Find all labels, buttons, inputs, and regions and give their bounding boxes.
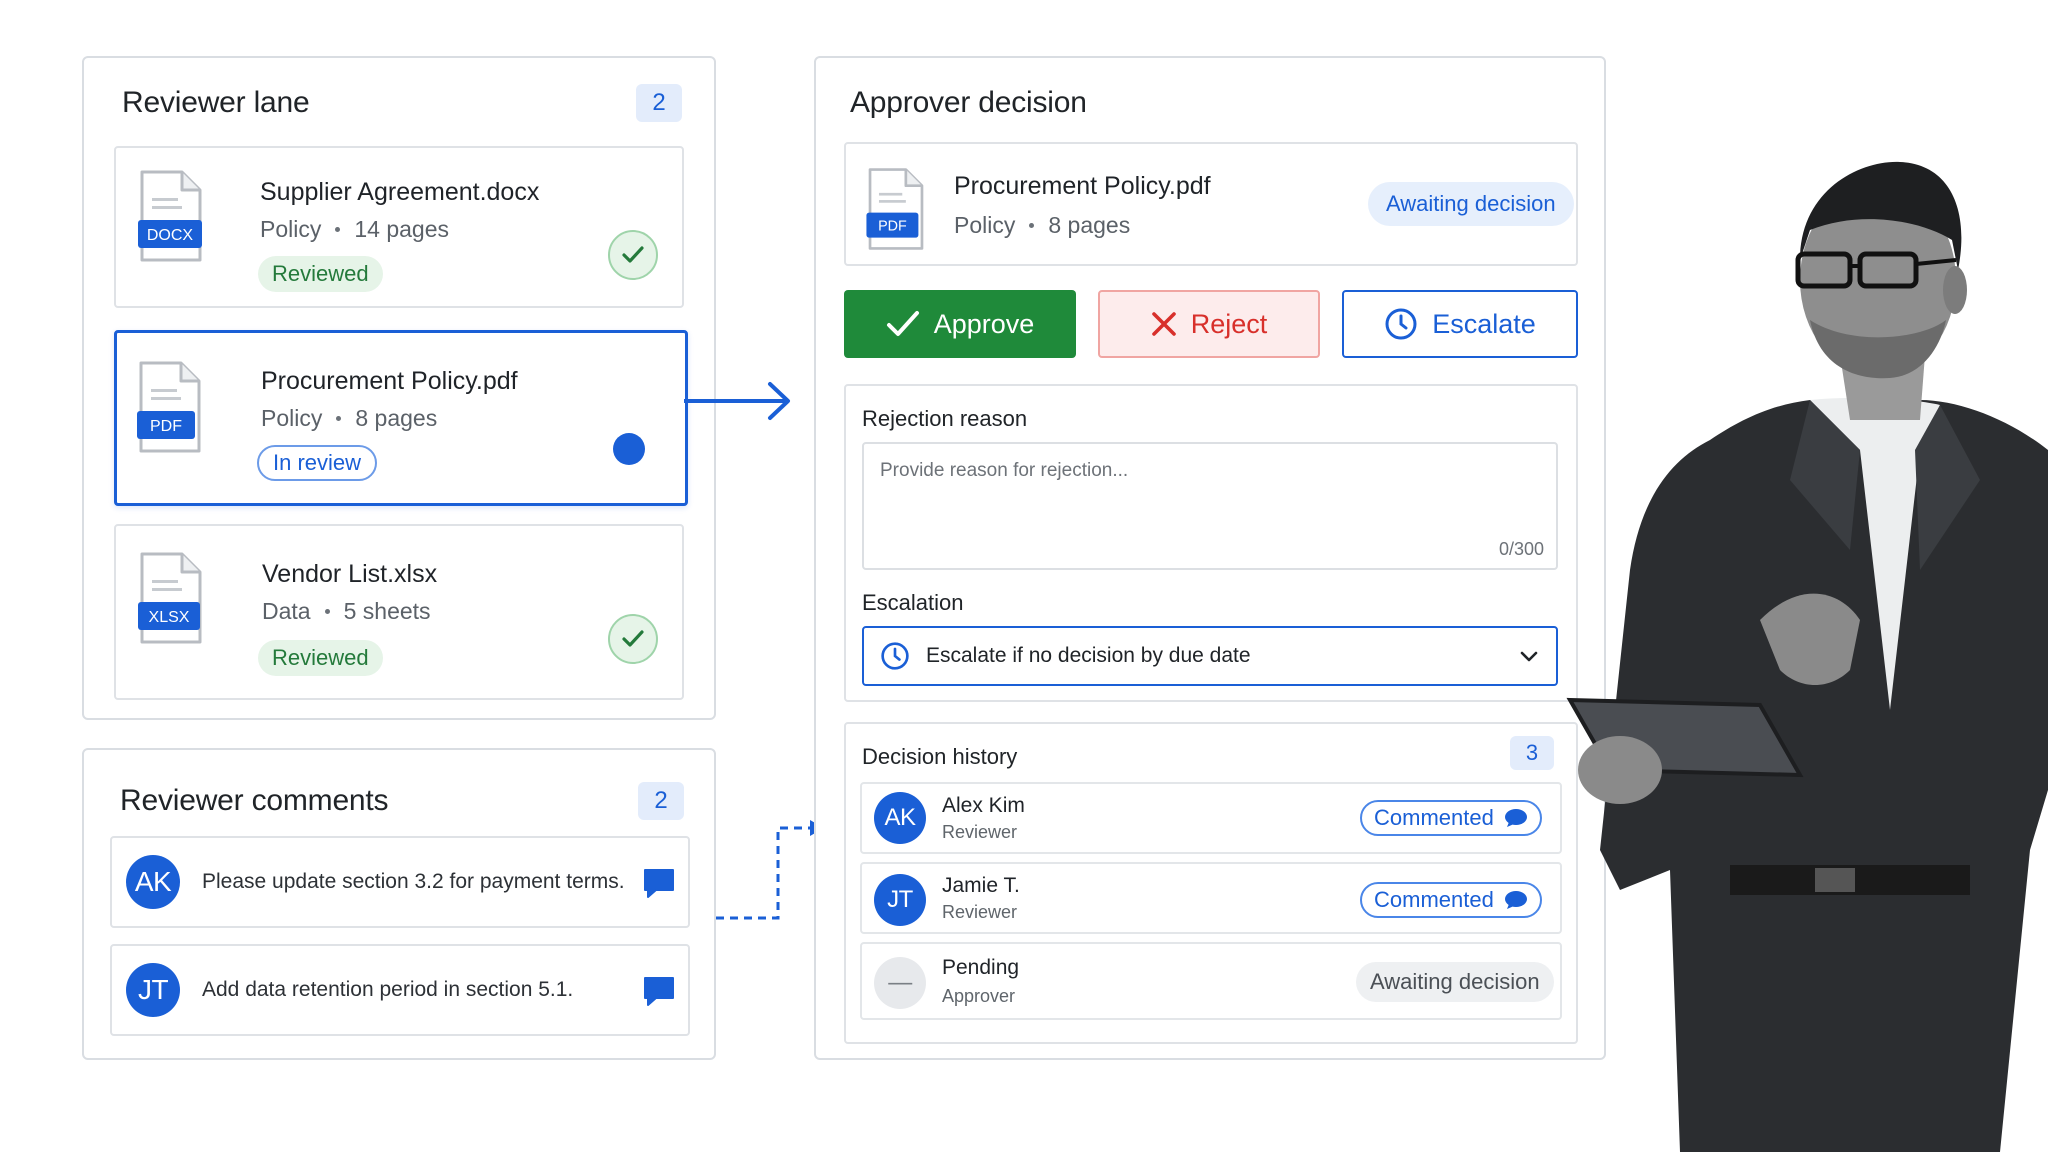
file-name: Procurement Policy.pdf (261, 367, 518, 395)
document-size: 8 pages (1048, 212, 1131, 238)
clock-icon (1385, 308, 1417, 340)
chevron-down-icon (1520, 651, 1538, 662)
comment-item[interactable]: AK Please update section 3.2 for payment… (110, 836, 690, 928)
chat-bubble-icon (1504, 891, 1527, 909)
file-category: Policy (261, 405, 323, 431)
escalation-value: Escalate if no decision by due date (926, 644, 1251, 667)
pdf-file-icon: PDF (137, 361, 201, 453)
file-card-vendor-list[interactable]: XLSX Vendor List.xlsx Data 5 sheets Revi… (114, 524, 684, 700)
reviewer-comments-count: 2 (638, 782, 684, 820)
file-name: Supplier Agreement.docx (260, 178, 540, 206)
avatar: JT (126, 963, 180, 1017)
meta-separator (335, 227, 341, 232)
decision-history-count: 3 (1510, 736, 1554, 770)
pdf-file-icon: PDF (866, 168, 924, 250)
reviewed-check-icon (608, 614, 658, 664)
file-category: Policy (260, 216, 322, 242)
file-name: Vendor List.xlsx (262, 560, 438, 588)
comment-text: Please update section 3.2 for payment te… (202, 870, 625, 893)
file-meta: Data 5 sheets (262, 598, 431, 625)
reject-label: Reject (1190, 308, 1268, 339)
file-size: 14 pages (354, 216, 449, 242)
docx-type-label: DOCX (147, 227, 194, 244)
file-size: 5 sheets (343, 598, 431, 624)
reviewed-check-icon (608, 230, 658, 280)
pdf-type-label: PDF (878, 219, 907, 235)
chat-bubble-icon[interactable] (642, 866, 676, 900)
reviewer-comments-title: Reviewer comments (120, 784, 389, 817)
status-badge-awaiting-decision: Awaiting decision (1356, 962, 1554, 1002)
docx-file-icon: DOCX (138, 170, 202, 262)
approver-decision-title: Approver decision (850, 86, 1087, 119)
decision-history-title: Decision history (862, 744, 1018, 769)
file-size: 8 pages (355, 405, 438, 431)
status-badge-in-review: In review (257, 445, 378, 481)
file-card-procurement-policy[interactable]: PDF Procurement Policy.pdf Policy 8 page… (114, 330, 688, 506)
xlsx-type-label: XLSX (149, 609, 190, 626)
x-icon (1151, 312, 1176, 336)
history-row[interactable]: — Pending Approver Awaiting decision (860, 942, 1562, 1020)
chat-bubble-icon (1504, 809, 1527, 827)
decision-history-card: Decision history 3 AK Alex Kim Reviewer … (844, 722, 1578, 1044)
history-name: Alex Kim (942, 794, 1025, 817)
history-role: Approver (942, 986, 1016, 1006)
escalate-button[interactable]: Escalate (1342, 290, 1578, 358)
flow-arrow-icon (684, 382, 790, 420)
history-row[interactable]: JT Jamie T. Reviewer Commented (860, 862, 1562, 934)
escalate-label: Escalate (1432, 308, 1536, 339)
history-name: Jamie T. (942, 874, 1020, 897)
meta-separator (336, 416, 342, 421)
comment-text: Add data retention period in section 5.1… (202, 978, 574, 1001)
reject-button[interactable]: Reject (1098, 290, 1320, 358)
file-card-supplier-agreement[interactable]: DOCX Supplier Agreement.docx Policy 14 p… (114, 146, 684, 308)
escalation-select[interactable]: Escalate if no decision by due date (862, 626, 1558, 686)
avatar: JT (874, 874, 926, 926)
dashed-flow-arrow-icon (716, 820, 824, 920)
history-role: Reviewer (942, 822, 1018, 842)
approver-decision-panel: Approver decision PDF Procurement Policy… (814, 56, 1606, 1060)
document-category: Policy (954, 212, 1016, 238)
reviewer-lane-count: 2 (636, 84, 682, 122)
reviewer-lane-title: Reviewer lane (122, 86, 310, 119)
escalation-label: Escalation (862, 590, 964, 615)
document-meta: Policy 8 pages (954, 212, 1130, 239)
clock-icon (881, 642, 909, 670)
rejection-reason-label: Rejection reason (862, 406, 1028, 431)
avatar: AK (126, 855, 180, 909)
file-meta: Policy 8 pages (261, 405, 437, 432)
document-summary-card: PDF Procurement Policy.pdf Policy 8 page… (844, 142, 1578, 266)
decision-form-card: Rejection reason Provide reason for reje… (844, 384, 1578, 702)
approve-button[interactable]: Approve (844, 290, 1076, 358)
reviewer-comments-panel: Reviewer comments 2 AK Please update sec… (82, 748, 716, 1060)
status-badge-awaiting-decision: Awaiting decision (1368, 182, 1574, 226)
presenter-photo (1566, 161, 2048, 1152)
character-counter: 0/300 (1498, 539, 1544, 559)
comment-item[interactable]: JT Add data retention period in section … (110, 944, 690, 1036)
in-progress-dot-icon (613, 433, 645, 465)
avatar: AK (874, 792, 926, 844)
pending-avatar: — (874, 957, 926, 1009)
pdf-type-label: PDF (150, 418, 182, 435)
rejection-reason-placeholder: Provide reason for rejection... (880, 460, 1129, 481)
history-name: Pending (942, 956, 1020, 979)
chat-bubble-icon[interactable] (642, 974, 676, 1008)
check-icon (886, 311, 919, 336)
meta-separator (324, 609, 330, 614)
xlsx-file-icon: XLSX (138, 552, 202, 644)
status-badge-reviewed: Reviewed (258, 640, 383, 676)
status-badge-commented: Commented (1360, 800, 1542, 836)
reviewer-lane-panel: Reviewer lane 2 DOCX Supplier Agreement.… (82, 56, 716, 720)
approve-label: Approve (933, 308, 1035, 339)
file-meta: Policy 14 pages (260, 216, 449, 243)
status-badge-reviewed: Reviewed (258, 256, 383, 292)
history-role: Reviewer (942, 902, 1018, 922)
meta-separator (1029, 223, 1035, 228)
status-label: Commented (1374, 887, 1494, 912)
file-category: Data (262, 598, 311, 624)
document-name: Procurement Policy.pdf (954, 172, 1211, 200)
status-label: Commented (1374, 805, 1494, 830)
rejection-reason-textarea[interactable]: Provide reason for rejection... 0/300 (862, 442, 1558, 570)
history-row[interactable]: AK Alex Kim Reviewer Commented (860, 782, 1562, 854)
status-badge-commented: Commented (1360, 882, 1542, 918)
